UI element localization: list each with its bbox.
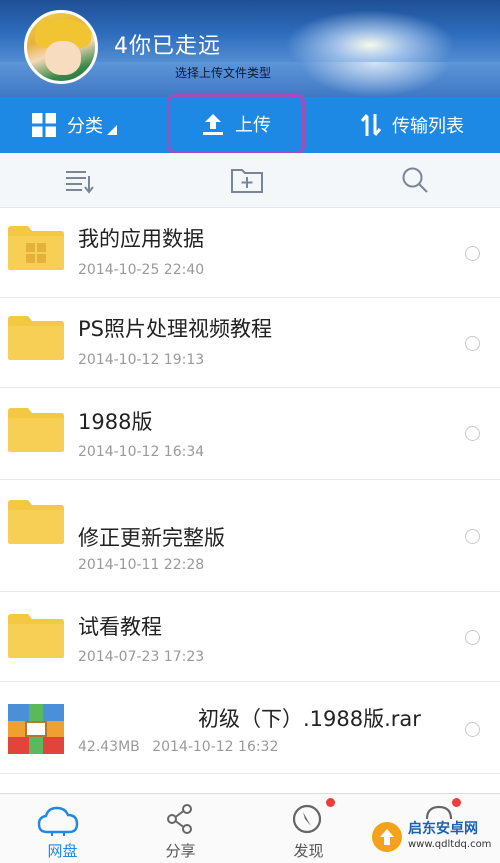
search-icon xyxy=(402,167,428,193)
select-radio[interactable] xyxy=(465,336,480,351)
select-radio[interactable] xyxy=(465,529,480,544)
file-name: 初级（下）.1988版.rar xyxy=(198,707,421,731)
file-name: 修正更新完整版 xyxy=(78,526,225,550)
file-meta: 42.43MB 2014-10-12 16:32 xyxy=(78,738,278,756)
action-bar: 分类 上传 传输列表 xyxy=(0,94,500,154)
classify-label: 分类 xyxy=(67,116,103,137)
nav-discover[interactable]: 发现 xyxy=(246,794,371,863)
watermark-logo-icon xyxy=(372,822,402,852)
upload-label: 上传 xyxy=(235,115,271,136)
upload-button[interactable]: 上传 xyxy=(167,94,305,154)
avatar-face xyxy=(45,41,81,75)
file-row[interactable]: 修正更新完整版 2014-10-11 22:28 xyxy=(0,480,500,592)
avatar[interactable] xyxy=(24,10,98,84)
file-name: 1988版 xyxy=(78,410,153,434)
folder-icon xyxy=(8,614,64,658)
cloud-icon xyxy=(37,806,79,836)
sort-button[interactable] xyxy=(64,166,94,198)
notification-badge xyxy=(326,798,335,807)
profile-header: 4你已走远 选择上传文件类型 xyxy=(0,0,500,97)
file-row[interactable]: 我的应用数据 2014-10-25 22:40 xyxy=(0,208,500,298)
folder-icon xyxy=(8,316,64,360)
transfer-list-button[interactable]: 传输列表 xyxy=(360,97,464,153)
upload-icon xyxy=(203,114,223,135)
nav-label: 分享 xyxy=(165,842,196,860)
nav-share[interactable]: 分享 xyxy=(118,794,243,863)
sort-icon xyxy=(66,171,94,194)
new-folder-icon xyxy=(231,169,263,193)
nav-label: 网盘 xyxy=(47,842,78,860)
file-date: 2014-07-23 17:23 xyxy=(78,649,205,665)
folder-icon xyxy=(8,408,64,452)
archive-icon xyxy=(8,704,64,754)
header-sea-glint xyxy=(300,62,450,97)
file-row[interactable]: 试看教程 2014-07-23 17:23 xyxy=(0,592,500,682)
site-watermark: 启东安卓网 www.qdltdq.com xyxy=(370,815,498,859)
notification-badge xyxy=(452,798,461,807)
folder-icon xyxy=(8,500,64,544)
transfer-arrows-icon xyxy=(360,114,382,136)
compass-icon xyxy=(292,804,322,834)
app-folder-icon xyxy=(8,226,64,270)
nav-netdisk[interactable]: 网盘 xyxy=(0,794,125,863)
file-date: 2014-10-12 16:34 xyxy=(78,444,205,460)
new-folder-button[interactable] xyxy=(230,166,264,198)
file-row[interactable]: 1988版 2014-10-12 16:34 xyxy=(0,388,500,480)
file-date: 2014-10-11 22:28 xyxy=(78,557,205,573)
select-radio[interactable] xyxy=(465,246,480,261)
file-name: 我的应用数据 xyxy=(78,227,204,251)
watermark-title: 启东安卓网 xyxy=(408,821,478,837)
select-radio[interactable] xyxy=(465,722,480,737)
file-row[interactable]: 初级（下）.1988版.rar 42.43MB 2014-10-12 16:32 xyxy=(0,682,500,774)
watermark-text: 启东安卓网 www.qdltdq.com xyxy=(408,821,491,853)
watermark-url: www.qdltdq.com xyxy=(408,839,492,850)
username: 4你已走远 xyxy=(114,34,221,59)
select-radio[interactable] xyxy=(465,426,480,441)
upload-type-hint: 选择上传文件类型 xyxy=(175,66,272,80)
transfer-list-label: 传输列表 xyxy=(392,116,464,137)
file-date: 2014-10-12 19:13 xyxy=(78,352,205,368)
search-button[interactable] xyxy=(401,166,429,198)
share-icon xyxy=(167,804,192,834)
file-name: PS照片处理视频教程 xyxy=(78,317,272,341)
file-toolbar xyxy=(0,153,500,208)
file-date: 2014-10-12 16:32 xyxy=(152,739,279,755)
file-name: 试看教程 xyxy=(78,615,162,639)
classify-button[interactable]: 分类 xyxy=(32,97,117,153)
dropdown-triangle-icon xyxy=(107,125,117,135)
file-date: 2014-10-25 22:40 xyxy=(78,262,205,278)
grid-icon xyxy=(32,113,56,137)
file-row[interactable]: PS照片处理视频教程 2014-10-12 19:13 xyxy=(0,298,500,388)
file-size: 42.43MB xyxy=(78,739,140,755)
nav-label: 发现 xyxy=(293,842,324,860)
select-radio[interactable] xyxy=(465,630,480,645)
